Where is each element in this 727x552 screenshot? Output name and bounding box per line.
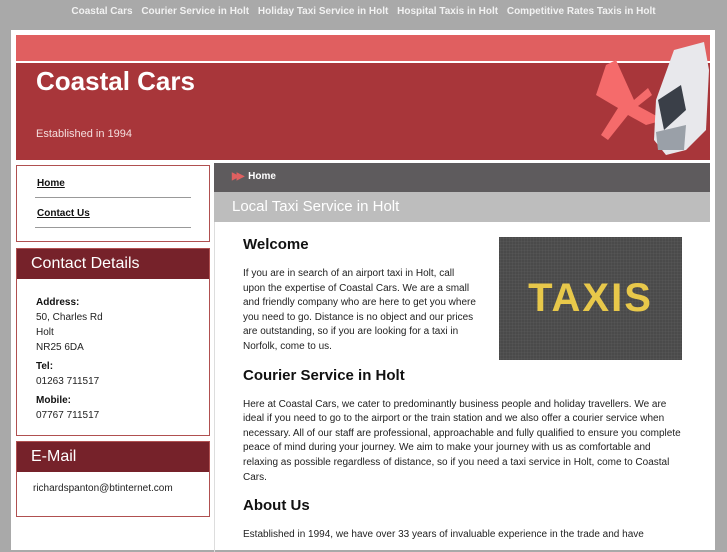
email-heading: E-Mail — [17, 442, 209, 472]
tel-label: Tel: — [36, 361, 54, 372]
top-navigation: Coastal Cars Courier Service in Holt Hol… — [0, 0, 727, 24]
address-line: 50, Charles Rd — [36, 312, 103, 323]
email-box: E-Mail richardspanton@btinternet.com — [16, 441, 210, 517]
main-content: TAXIS Welcome If you are in search of an… — [214, 222, 710, 552]
mobile-label: Mobile: — [36, 395, 71, 406]
section-heading: Courier Service in Holt — [243, 366, 405, 384]
breadcrumb: ▶▶ Home — [214, 163, 710, 192]
tel-value: 01263 711517 — [36, 376, 100, 387]
topnav-competitive-rates[interactable]: Competitive Rates Taxis in Holt — [507, 6, 656, 17]
double-arrow-icon: ▶▶ — [232, 171, 245, 182]
page-container: Coastal Cars Established in 1994 Home Co… — [11, 30, 715, 552]
contact-details-box: Contact Details Address: 50, Charles Rd … — [16, 248, 210, 436]
taxis-image: TAXIS — [499, 237, 682, 360]
sidebar-item-contact-us[interactable]: Contact Us — [35, 204, 191, 228]
section-heading: About Us — [243, 497, 310, 515]
address-line: NR25 6DA — [36, 342, 84, 353]
site-title: Coastal Cars — [36, 66, 195, 96]
sidebar-item-home[interactable]: Home — [35, 174, 191, 198]
page-title: Local Taxi Service in Holt — [214, 192, 710, 222]
address-line: Holt — [36, 327, 54, 338]
breadcrumb-home[interactable]: Home — [248, 171, 276, 182]
contact-details-heading: Contact Details — [17, 249, 209, 279]
mobile-value: 07767 711517 — [36, 410, 100, 421]
topnav-courier-service[interactable]: Courier Service in Holt — [141, 6, 249, 17]
tagline: Established in 1994 — [36, 128, 133, 140]
topnav-holiday-taxi[interactable]: Holiday Taxi Service in Holt — [258, 6, 388, 17]
topnav-coastal-cars[interactable]: Coastal Cars — [71, 6, 132, 17]
airplane-van-icon — [596, 42, 709, 155]
sidebar-nav: Home Contact Us — [16, 165, 210, 242]
section-text: Here at Coastal Cars, we cater to predom… — [243, 398, 681, 483]
section-text: Established in 1994, we have over 33 yea… — [243, 529, 644, 541]
address-label: Address: — [36, 297, 80, 308]
topnav-hospital-taxis[interactable]: Hospital Taxis in Holt — [397, 6, 498, 17]
email-address[interactable]: richardspanton@btinternet.com — [17, 472, 209, 505]
